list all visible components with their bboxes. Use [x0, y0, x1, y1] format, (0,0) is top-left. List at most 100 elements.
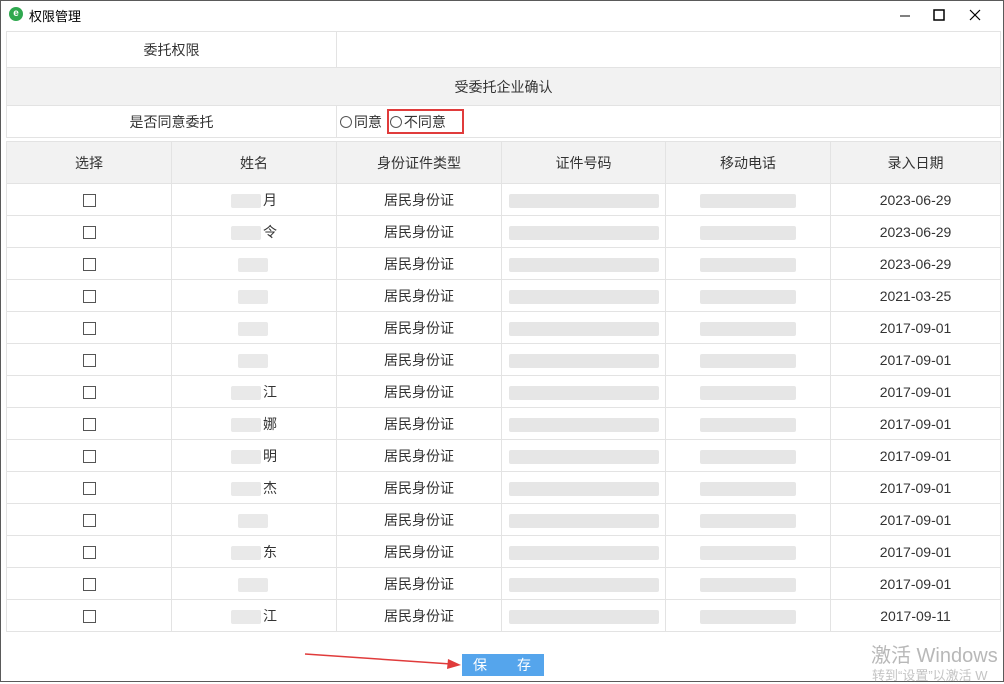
redacted-name-blur [238, 289, 268, 304]
id-number-cell [501, 343, 666, 376]
radio-agree-circle[interactable] [340, 115, 352, 128]
row-checkbox[interactable] [82, 482, 96, 496]
entry-date-cell: 2017-09-01 [830, 311, 1001, 344]
radio-disagree-circle[interactable] [389, 115, 402, 128]
row-checkbox[interactable] [82, 610, 96, 624]
redacted-phone-blur [700, 385, 796, 400]
redacted-name-blur [238, 513, 268, 528]
row-checkbox[interactable] [82, 386, 96, 400]
save-button-label-2: 存 [517, 657, 533, 673]
table-row[interactable]: 江 居民身份证 2017-09-11 [6, 599, 1001, 632]
name-cell: 杰 [171, 471, 337, 504]
row-checkbox[interactable] [82, 322, 96, 336]
redacted-id-blur [508, 321, 659, 336]
redacted-id-blur [508, 193, 659, 208]
name-text: 东 [263, 543, 277, 560]
header-id-type: 身份证件类型 [336, 141, 502, 184]
mobile-cell [665, 247, 831, 280]
redacted-phone-blur [700, 257, 796, 272]
radio-disagree[interactable]: 不同意 [389, 112, 446, 132]
row-checkbox[interactable] [82, 226, 96, 240]
window-title: 权限管理 [29, 9, 82, 24]
row-checkbox[interactable] [82, 514, 96, 528]
agree-radio-group: 同意 不同意 [336, 105, 1001, 138]
save-button[interactable]: 保存 [462, 654, 544, 676]
redacted-name-blur [231, 225, 261, 240]
redacted-id-blur [508, 545, 659, 560]
redacted-name-blur [231, 417, 261, 432]
id-type-cell: 居民身份证 [336, 439, 502, 472]
entry-date-cell: 2017-09-01 [830, 375, 1001, 408]
id-type-cell: 居民身份证 [336, 503, 502, 536]
name-text: 江 [263, 607, 277, 624]
maximize-button[interactable] [922, 3, 956, 27]
table-row[interactable]: 月 居民身份证 2023-06-29 [6, 183, 1001, 216]
table-row[interactable]: 江 居民身份证 2017-09-01 [6, 375, 1001, 408]
row-checkbox[interactable] [82, 354, 96, 368]
table-row[interactable]: 居民身份证 2017-09-01 [6, 311, 1001, 344]
table-row[interactable]: 居民身份证 2017-09-01 [6, 503, 1001, 536]
entry-date-cell: 2017-09-01 [830, 471, 1001, 504]
table-row[interactable]: 居民身份证 2023-06-29 [6, 247, 1001, 280]
id-number-cell [501, 535, 666, 568]
mobile-cell [665, 471, 831, 504]
delegation-label: 委托权限 [6, 31, 337, 68]
redacted-phone-blur [700, 321, 796, 336]
id-type-cell: 居民身份证 [336, 343, 502, 376]
id-number-cell [501, 471, 666, 504]
redacted-id-blur [508, 257, 659, 272]
agree-question-label: 是否同意委托 [6, 105, 337, 138]
entry-date-cell: 2017-09-01 [830, 439, 1001, 472]
id-number-cell [501, 503, 666, 536]
row-checkbox[interactable] [82, 418, 96, 432]
row-checkbox[interactable] [82, 290, 96, 304]
row-checkbox[interactable] [82, 258, 96, 272]
table-row[interactable]: 娜 居民身份证 2017-09-01 [6, 407, 1001, 440]
red-arrow-annotation [304, 653, 461, 669]
redacted-phone-blur [700, 577, 796, 592]
row-checkbox[interactable] [82, 546, 96, 560]
minimize-button[interactable] [888, 3, 922, 27]
redacted-phone-blur [700, 225, 796, 240]
row-checkbox[interactable] [82, 578, 96, 592]
name-cell [171, 279, 337, 312]
radio-agree[interactable]: 同意 [340, 112, 382, 132]
select-cell [6, 535, 172, 568]
table-row[interactable]: 明 居民身份证 2017-09-01 [6, 439, 1001, 472]
redacted-name-blur [231, 449, 261, 464]
mobile-cell [665, 535, 831, 568]
entry-date-cell: 2023-06-29 [830, 183, 1001, 216]
redacted-phone-blur [700, 481, 796, 496]
redacted-phone-blur [700, 449, 796, 464]
redacted-phone-blur [700, 609, 796, 624]
redacted-phone-blur [700, 289, 796, 304]
redacted-name-blur [231, 481, 261, 496]
row-checkbox[interactable] [82, 194, 96, 208]
redacted-name-blur [238, 353, 268, 368]
table-row[interactable]: 杰 居民身份证 2017-09-01 [6, 471, 1001, 504]
id-number-cell [501, 599, 666, 632]
table-row[interactable]: 东 居民身份证 2017-09-01 [6, 535, 1001, 568]
redacted-name-blur [238, 577, 268, 592]
name-cell [171, 567, 337, 600]
redacted-name-blur [231, 545, 261, 560]
name-cell: 娜 [171, 407, 337, 440]
radio-agree-label: 同意 [354, 113, 382, 130]
id-type-cell: 居民身份证 [336, 279, 502, 312]
table-row[interactable]: 居民身份证 2021-03-25 [6, 279, 1001, 312]
table-row[interactable]: 令 居民身份证 2023-06-29 [6, 215, 1001, 248]
select-cell [6, 343, 172, 376]
table-row[interactable]: 居民身份证 2017-09-01 [6, 567, 1001, 600]
redacted-name-blur [238, 321, 268, 336]
mobile-cell [665, 279, 831, 312]
activation-watermark-subtitle: 转到“设置”以激活 W [872, 668, 988, 683]
table-row[interactable]: 居民身份证 2017-09-01 [6, 343, 1001, 376]
delegation-form: 委托权限 受委托企业确认 是否同意委托 同意 不同意 [6, 31, 1001, 138]
row-checkbox[interactable] [82, 450, 96, 464]
close-button[interactable] [958, 3, 992, 27]
name-text: 明 [263, 447, 277, 464]
section-title: 受委托企业确认 [6, 67, 1001, 106]
name-text: 娜 [263, 415, 277, 432]
close-icon [969, 9, 981, 21]
select-cell [6, 599, 172, 632]
